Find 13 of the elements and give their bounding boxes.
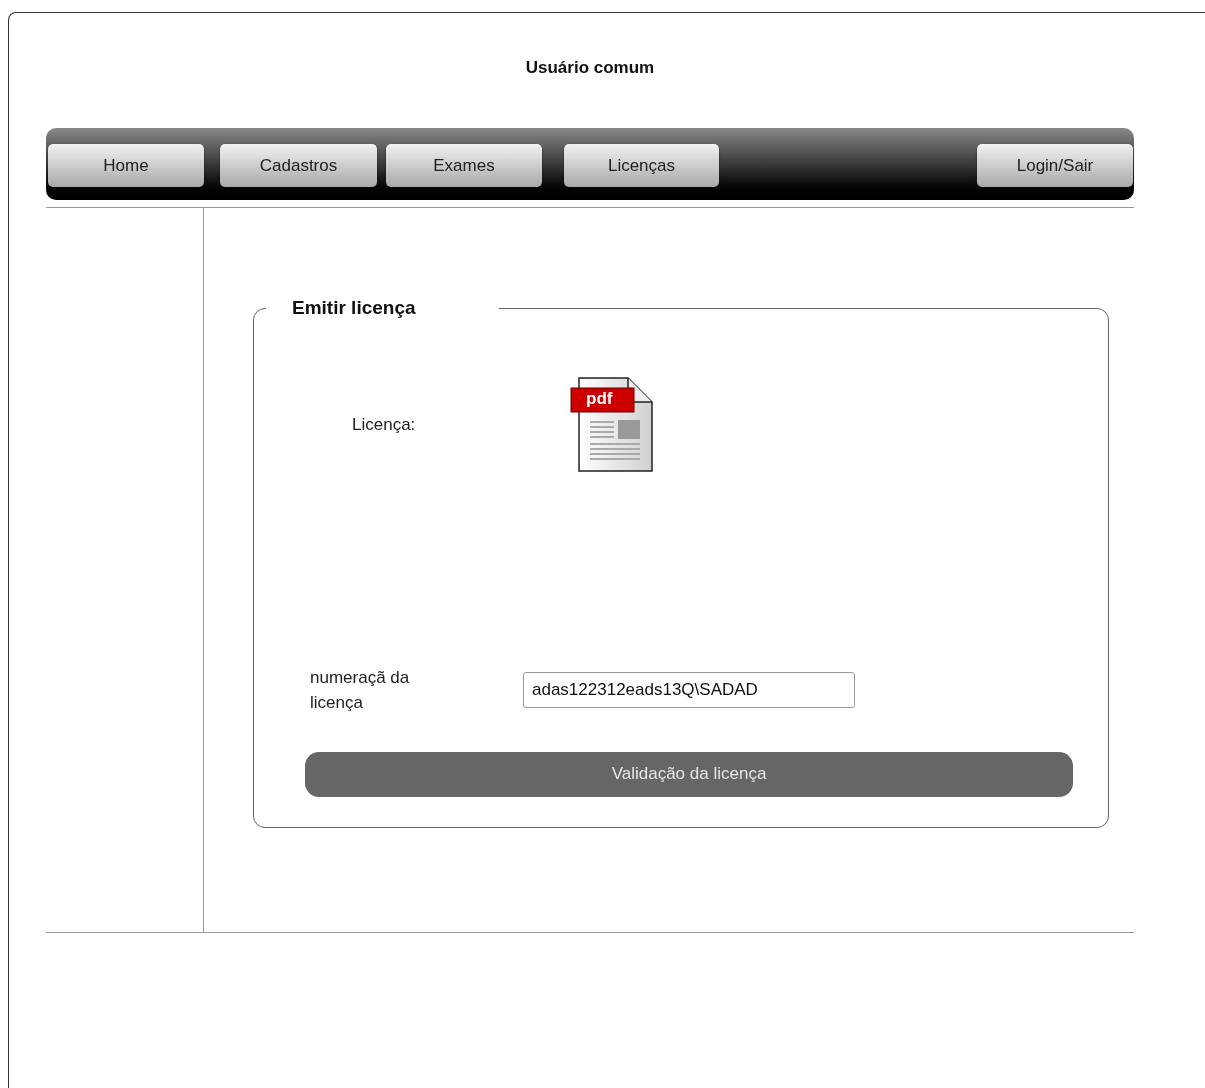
nav-button[interactable]: Licenças bbox=[564, 144, 719, 187]
panel-legend: Emitir licença bbox=[266, 294, 499, 323]
nav-button[interactable]: Home bbox=[48, 144, 204, 187]
nav-button[interactable]: Exames bbox=[386, 144, 542, 187]
validate-license-button[interactable]: Validação da licença bbox=[305, 751, 1073, 797]
pdf-file-icon bbox=[570, 376, 654, 473]
license-number-field[interactable]: adas122312eads13Q\SADAD bbox=[523, 671, 855, 708]
nav-button[interactable]: Login/Sair bbox=[977, 144, 1133, 187]
page-title: Usuário comum bbox=[525, 57, 655, 79]
nav-button[interactable]: Cadastros bbox=[220, 144, 377, 187]
license-label: Licença: bbox=[352, 413, 417, 436]
pdf-label: pdf bbox=[586, 388, 613, 409]
license-number-label: numeraçã da licença bbox=[310, 666, 411, 714]
